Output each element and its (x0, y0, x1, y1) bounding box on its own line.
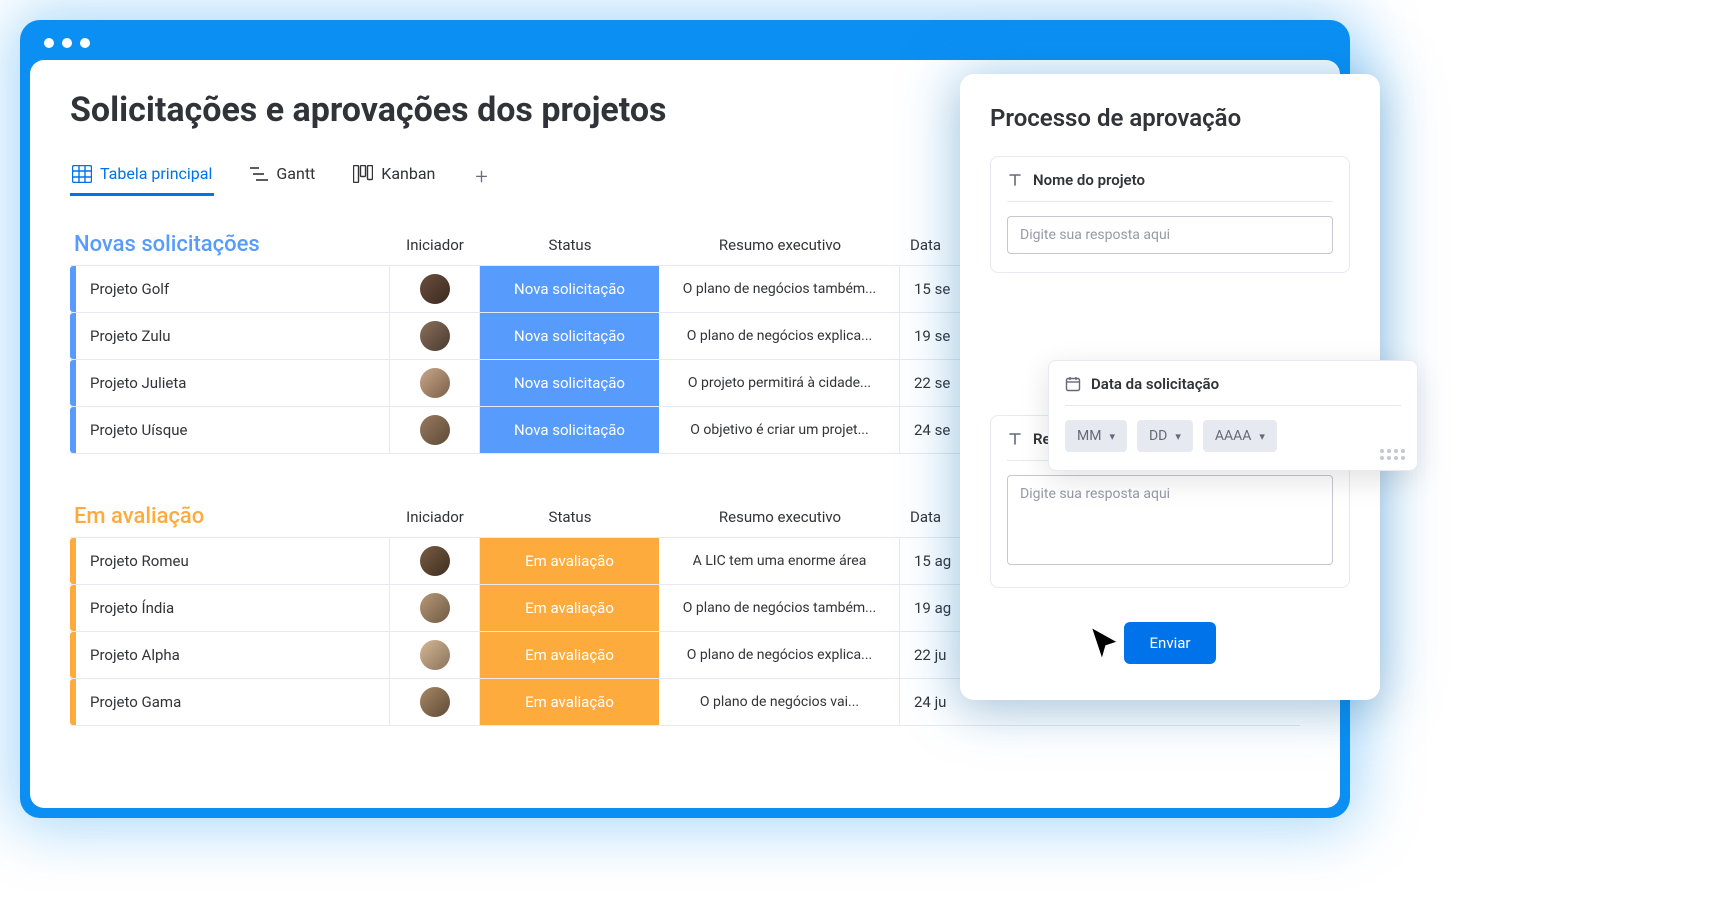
column-header-iniciador[interactable]: Iniciador (390, 228, 480, 262)
avatar (420, 593, 450, 623)
chevron-down-icon: ▾ (1175, 430, 1181, 443)
cell-status[interactable]: Nova solicitação (480, 360, 660, 406)
text-icon (1007, 172, 1023, 188)
date-year-select[interactable]: AAAA ▾ (1203, 420, 1277, 452)
tab-tabela-principal[interactable]: Tabela principal (70, 158, 214, 196)
project-name-input[interactable] (1007, 216, 1333, 254)
tab-gantt[interactable]: Gantt (248, 158, 317, 196)
tab-label: Gantt (276, 164, 315, 183)
cell-iniciador[interactable] (390, 360, 480, 406)
drag-handle-icon[interactable] (1380, 449, 1405, 460)
cell-name[interactable]: Projeto Gama (76, 679, 390, 725)
group-title[interactable]: Em avaliação (70, 496, 390, 537)
cell-status[interactable]: Em avaliação (480, 585, 660, 631)
cell-iniciador[interactable] (390, 313, 480, 359)
window-dot (62, 38, 72, 48)
cell-status[interactable]: Em avaliação (480, 632, 660, 678)
avatar (420, 368, 450, 398)
column-header-resumo[interactable]: Resumo executivo (660, 228, 900, 262)
cell-iniciador[interactable] (390, 538, 480, 584)
cell-status[interactable]: Nova solicitação (480, 266, 660, 312)
cell-resumo[interactable]: A LIC tem uma enorme área (660, 538, 900, 584)
cell-name[interactable]: Projeto Índia (76, 585, 390, 631)
submit-button[interactable]: Enviar (1124, 622, 1217, 664)
avatar (420, 274, 450, 304)
submit-area: Enviar (990, 622, 1350, 664)
avatar (420, 640, 450, 670)
cell-resumo[interactable]: O plano de negócios explica... (660, 313, 900, 359)
table-icon (72, 165, 92, 183)
date-month-select[interactable]: MM ▾ (1065, 420, 1127, 452)
form-field-date: Data da solicitação MM ▾ DD ▾ AAAA ▾ (1048, 360, 1418, 471)
window-controls (30, 30, 1340, 60)
cell-resumo[interactable]: O plano de negócios também... (660, 266, 900, 312)
cell-iniciador[interactable] (390, 407, 480, 453)
avatar (420, 687, 450, 717)
column-header-status[interactable]: Status (480, 228, 660, 262)
panel-title: Processo de aprovação (990, 104, 1350, 132)
cell-resumo[interactable]: O plano de negócios vai... (660, 679, 900, 725)
cell-resumo[interactable]: O objetivo é criar um projet... (660, 407, 900, 453)
avatar (420, 415, 450, 445)
chevron-down-icon: ▾ (1259, 430, 1265, 443)
cell-status[interactable]: Nova solicitação (480, 407, 660, 453)
cell-status[interactable]: Nova solicitação (480, 313, 660, 359)
date-inputs: MM ▾ DD ▾ AAAA ▾ (1065, 420, 1401, 452)
tab-label: Tabela principal (100, 164, 212, 183)
add-view-button[interactable]: + (471, 165, 491, 190)
form-field-header: Nome do projeto (1007, 171, 1333, 202)
cell-iniciador[interactable] (390, 585, 480, 631)
column-header-iniciador[interactable]: Iniciador (390, 500, 480, 534)
gantt-icon (250, 166, 268, 182)
window-dot (44, 38, 54, 48)
tab-kanban[interactable]: Kanban (351, 158, 437, 196)
window-dot (80, 38, 90, 48)
cell-iniciador[interactable] (390, 679, 480, 725)
cell-iniciador[interactable] (390, 632, 480, 678)
kanban-icon (353, 165, 373, 183)
calendar-icon (1065, 376, 1081, 392)
cell-name[interactable]: Projeto Julieta (76, 360, 390, 406)
approval-panel: Processo de aprovação Nome do projeto Re… (960, 74, 1380, 700)
cell-iniciador[interactable] (390, 266, 480, 312)
form-field-project-name: Nome do projeto (990, 156, 1350, 273)
resumo-textarea[interactable] (1007, 475, 1333, 565)
column-header-status[interactable]: Status (480, 500, 660, 534)
cell-name[interactable]: Projeto Golf (76, 266, 390, 312)
date-part-label: MM (1077, 428, 1101, 444)
group-title[interactable]: Novas solicitações (70, 224, 390, 265)
date-part-label: AAAA (1215, 428, 1252, 444)
cell-resumo[interactable]: O plano de negócios também... (660, 585, 900, 631)
date-part-label: DD (1149, 428, 1167, 444)
cell-name[interactable]: Projeto Romeu (76, 538, 390, 584)
field-label: Nome do projeto (1033, 171, 1145, 189)
avatar (420, 546, 450, 576)
chevron-down-icon: ▾ (1109, 430, 1115, 443)
cell-status[interactable]: Em avaliação (480, 538, 660, 584)
cell-resumo[interactable]: O plano de negócios explica... (660, 632, 900, 678)
column-header-resumo[interactable]: Resumo executivo (660, 500, 900, 534)
cell-name[interactable]: Projeto Zulu (76, 313, 390, 359)
cell-name[interactable]: Projeto Uísque (76, 407, 390, 453)
cursor-icon (1088, 624, 1124, 664)
date-day-select[interactable]: DD ▾ (1137, 420, 1193, 452)
text-icon (1007, 431, 1023, 447)
cell-name[interactable]: Projeto Alpha (76, 632, 390, 678)
tab-label: Kanban (381, 164, 435, 183)
form-field-header: Data da solicitação (1065, 375, 1401, 406)
field-label: Data da solicitação (1091, 375, 1219, 393)
cell-status[interactable]: Em avaliação (480, 679, 660, 725)
cell-resumo[interactable]: O projeto permitirá à cidade... (660, 360, 900, 406)
avatar (420, 321, 450, 351)
